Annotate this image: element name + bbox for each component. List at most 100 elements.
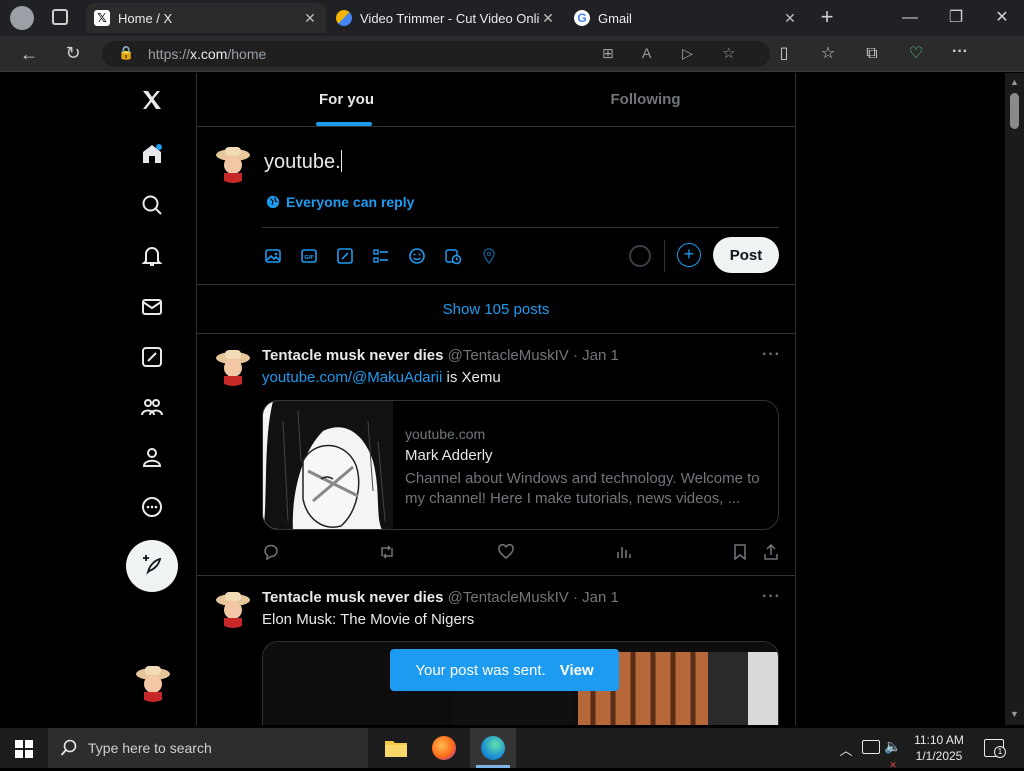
clock-time[interactable]: 11:10 AM (906, 733, 972, 747)
grok-compose-icon[interactable] (335, 246, 355, 266)
communities-icon[interactable] (134, 389, 170, 425)
search-icon[interactable] (134, 187, 170, 223)
close-tab-icon[interactable]: ✕ (540, 10, 556, 27)
tweet-header: Tentacle musk never dies @TentacleMuskIV… (262, 347, 619, 364)
close-tab-icon[interactable]: ✕ (782, 10, 798, 27)
tweet-date[interactable]: · Jan 1 (573, 347, 619, 364)
composer-input[interactable]: youtube. (264, 150, 342, 174)
reply-setting-button[interactable]: Everyone can reply (266, 194, 414, 210)
app-available-icon[interactable]: ⊞ (602, 45, 614, 62)
tray-chevron-icon[interactable]: ︿ (838, 740, 854, 759)
tweet-author-name[interactable]: Tentacle musk never dies (262, 347, 443, 364)
x-favicon-icon: 𝕏 (94, 10, 110, 26)
tool-separator (664, 240, 665, 272)
close-tab-icon[interactable]: ✕ (302, 10, 318, 27)
bookmark-icon[interactable] (731, 543, 749, 561)
read-aloud-icon[interactable]: A (642, 45, 651, 61)
card-description: Channel about Windows and technology. We… (405, 470, 760, 507)
new-tab-icon[interactable]: + (816, 6, 838, 28)
taskbar-search-box[interactable]: Type here to search (48, 728, 368, 768)
collections-icon[interactable]: ⧉ (862, 44, 882, 64)
tweet-avatar[interactable] (213, 346, 253, 386)
address-bar[interactable]: 🔒 https://x.com/home ⊞ A ▷ ☆ (102, 41, 770, 67)
card-domain: youtube.com (405, 426, 486, 442)
gif-icon[interactable]: GIF (299, 246, 319, 266)
scroll-up-icon[interactable]: ▲ (1009, 77, 1020, 87)
scrollbar-thumb[interactable] (1010, 93, 1019, 129)
network-icon[interactable] (862, 740, 880, 754)
tweet-more-icon[interactable]: ··· (762, 588, 781, 606)
tweet-date[interactable]: · Jan 1 (573, 589, 619, 606)
reply-setting-label: Everyone can reply (286, 194, 415, 210)
notifications-center-icon[interactable]: 1 (984, 739, 1006, 758)
clock-date[interactable]: 1/1/2025 (906, 749, 972, 763)
add-favorite-icon[interactable]: ☆ (722, 44, 735, 62)
tweet-author-handle[interactable]: @TentacleMuskIV (448, 589, 569, 606)
scroll-down-icon[interactable]: ▼ (1009, 709, 1020, 719)
tweet-link[interactable]: youtube.com/@MakuAdarii (262, 369, 442, 386)
tab-home-x[interactable]: 𝕏 Home / X ✕ (86, 3, 326, 33)
link-preview-card[interactable]: youtube.com Mark Adderly Channel about W… (262, 400, 779, 530)
compose-post-button[interactable] (126, 540, 178, 592)
emoji-icon[interactable] (407, 246, 427, 266)
profile-icon[interactable] (134, 439, 170, 475)
location-pin-icon (479, 246, 499, 266)
tweet-more-icon[interactable]: ··· (762, 346, 781, 364)
tab-title: Gmail (598, 10, 632, 26)
favorites-icon[interactable]: ☆ (818, 44, 838, 64)
tweet-header: Tentacle musk never dies @TentacleMuskIV… (262, 589, 619, 606)
tab-gmail[interactable]: G Gmail ✕ (566, 3, 806, 33)
page-scrollbar[interactable]: ▲ ▼ (1005, 73, 1024, 725)
post-button[interactable]: Post (713, 237, 779, 273)
tweet-author-handle[interactable]: @TentacleMuskIV (448, 347, 569, 364)
edge-icon[interactable] (470, 728, 516, 768)
feather-plus-icon (143, 555, 162, 575)
tweet-author-name[interactable]: Tentacle musk never dies (262, 589, 443, 606)
account-avatar[interactable] (133, 662, 173, 702)
add-thread-button[interactable]: + (677, 243, 701, 267)
grok-icon[interactable] (134, 339, 170, 375)
volume-muted-icon[interactable]: 🔈✕ (884, 738, 902, 771)
windows-start-icon[interactable] (15, 740, 33, 758)
poll-icon[interactable] (371, 246, 391, 266)
more-options-icon[interactable] (134, 489, 170, 525)
tweet-text-rest: is Xemu (442, 369, 501, 386)
timeline-divider (197, 333, 795, 334)
close-window-icon[interactable]: ✕ (992, 8, 1012, 28)
settings-more-icon[interactable]: ··· (950, 42, 970, 62)
media-icon[interactable]: ▷ (682, 45, 693, 62)
split-screen-icon[interactable]: ▯ (774, 44, 794, 64)
composer-avatar[interactable] (213, 143, 253, 183)
minimize-icon[interactable]: — (900, 8, 920, 28)
like-heart-icon[interactable] (497, 543, 515, 561)
tab-actions-icon[interactable] (52, 9, 68, 25)
refresh-icon[interactable]: ↻ (62, 43, 84, 63)
lock-icon[interactable]: 🔒 (118, 45, 134, 61)
back-icon[interactable]: ← (18, 44, 40, 64)
reply-icon[interactable] (262, 543, 280, 561)
tweet-avatar[interactable] (213, 588, 253, 628)
profile-avatar-icon[interactable] (10, 6, 34, 30)
home-icon[interactable] (134, 136, 170, 172)
taskbar-search-placeholder: Type here to search (88, 740, 212, 756)
schedule-icon[interactable] (443, 246, 463, 266)
search-icon (60, 739, 77, 756)
x-logo-icon[interactable] (134, 82, 170, 118)
tab-for-you[interactable]: For you (197, 73, 496, 126)
file-explorer-icon[interactable] (384, 737, 408, 759)
browser-essentials-icon[interactable]: ♡ (906, 44, 926, 64)
notifications-bell-icon[interactable] (134, 238, 170, 274)
share-icon[interactable] (762, 543, 780, 561)
tab-video-trimmer[interactable]: Video Trimmer - Cut Video Online ✕ (328, 3, 564, 33)
show-new-posts-button[interactable]: Show 105 posts (197, 285, 795, 333)
tab-following[interactable]: Following (496, 73, 795, 126)
toast-view-link[interactable]: View (560, 662, 594, 679)
restore-icon[interactable]: ❐ (946, 8, 966, 28)
messages-envelope-icon[interactable] (134, 289, 170, 325)
char-count-ring-icon (629, 245, 651, 267)
repost-icon[interactable] (378, 543, 396, 561)
firefox-icon[interactable] (432, 736, 456, 760)
card-thumbnail (263, 401, 393, 529)
media-image-icon[interactable] (263, 246, 283, 266)
views-chart-icon[interactable] (614, 543, 632, 561)
